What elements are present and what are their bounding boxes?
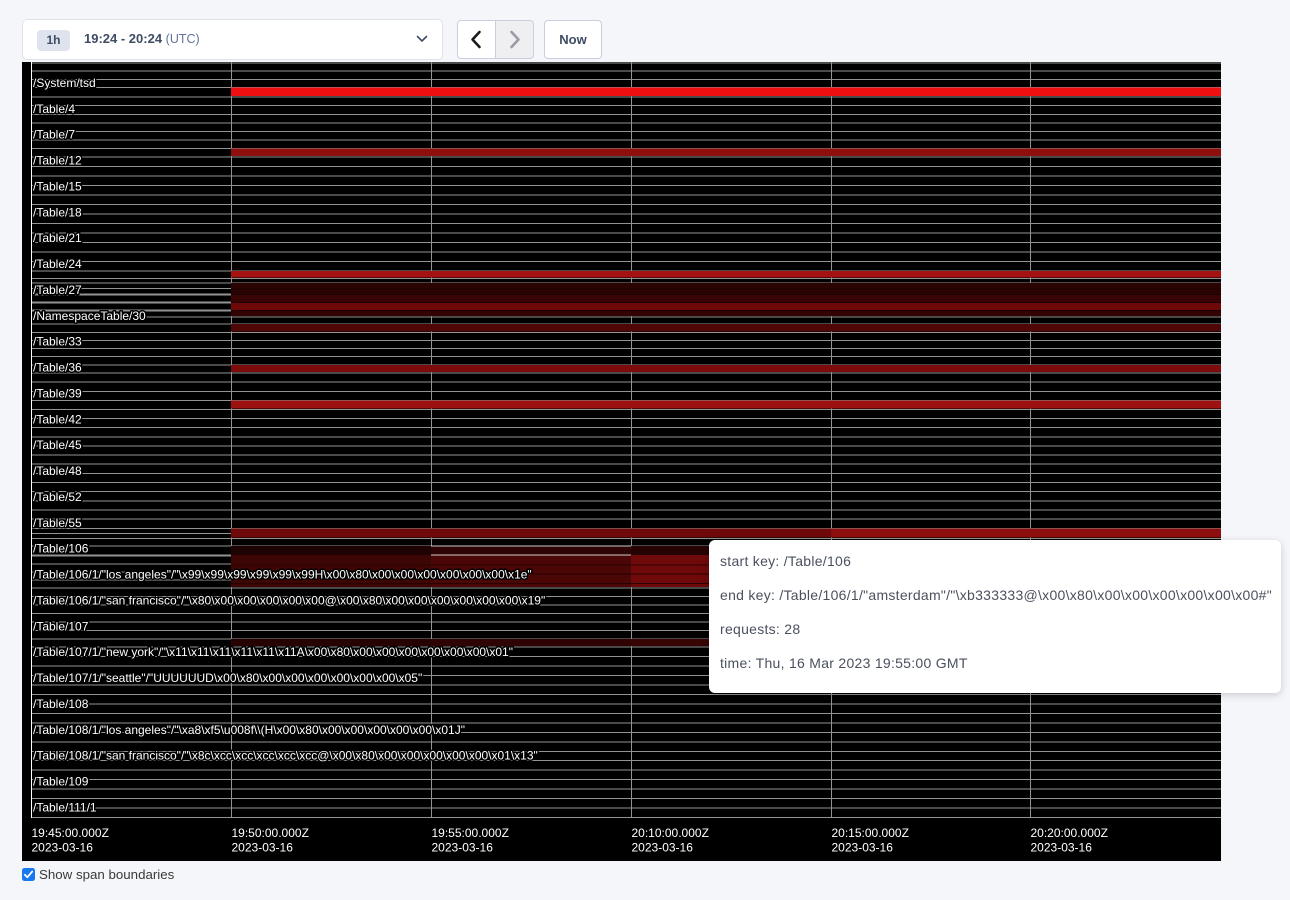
- svg-text:20:20:00.000Z: 20:20:00.000Z: [1031, 826, 1108, 840]
- svg-text:/Table/45: /Table/45: [33, 438, 82, 452]
- svg-text:/Table/109: /Table/109: [33, 775, 89, 789]
- svg-text:19:45:00.000Z: 19:45:00.000Z: [32, 826, 109, 840]
- svg-text:/Table/48: /Table/48: [33, 464, 82, 478]
- svg-text:20:10:00.000Z: 20:10:00.000Z: [632, 826, 709, 840]
- svg-text:2023-03-16: 2023-03-16: [1031, 841, 1093, 855]
- svg-text:/Table/33: /Table/33: [33, 335, 82, 349]
- svg-text:/Table/107/1/"seattle"/"UUUUUU: /Table/107/1/"seattle"/"UUUUUUD\x00\x80\…: [33, 671, 422, 685]
- svg-text:/Table/107/1/"new york"/"\x11\: /Table/107/1/"new york"/"\x11\x11\x11\x1…: [33, 645, 513, 659]
- svg-text:/Table/108/1/"los angeles"/"\x: /Table/108/1/"los angeles"/"\xa8\xf5\u00…: [33, 723, 465, 737]
- svg-text:/Table/39: /Table/39: [33, 386, 82, 400]
- svg-text:/System/tsd: /System/tsd: [33, 76, 96, 90]
- svg-text:19:55:00.000Z: 19:55:00.000Z: [432, 826, 509, 840]
- svg-text:/Table/111/1: /Table/111/1: [33, 800, 97, 814]
- svg-text:/Table/4: /Table/4: [33, 102, 75, 116]
- svg-text:2023-03-16: 2023-03-16: [32, 841, 94, 855]
- svg-text:/Table/106/1/"san francisco"/": /Table/106/1/"san francisco"/"\x80\x00\x…: [33, 593, 545, 607]
- svg-text:/Table/107: /Table/107: [33, 619, 89, 633]
- svg-text:2023-03-16: 2023-03-16: [832, 841, 894, 855]
- svg-text:/Table/18: /Table/18: [33, 205, 82, 219]
- svg-text:/Table/106/1/"los angeles"/"\x: /Table/106/1/"los angeles"/"\x99\x99\x99…: [33, 568, 532, 582]
- svg-text:2023-03-16: 2023-03-16: [632, 841, 694, 855]
- svg-text:/Table/21: /Table/21: [33, 231, 82, 245]
- svg-text:/Table/108/1/"san francisco"/": /Table/108/1/"san francisco"/"\x8c\xcc\x…: [33, 749, 538, 763]
- svg-text:/Table/7: /Table/7: [33, 128, 75, 142]
- svg-text:19:50:00.000Z: 19:50:00.000Z: [232, 826, 309, 840]
- svg-text:/NamespaceTable/30: /NamespaceTable/30: [33, 309, 146, 323]
- svg-text:20:15:00.000Z: 20:15:00.000Z: [832, 826, 909, 840]
- svg-text:/Table/24: /Table/24: [33, 257, 82, 271]
- svg-text:/Table/27: /Table/27: [33, 283, 82, 297]
- svg-text:/Table/108: /Table/108: [33, 697, 89, 711]
- svg-text:/Table/36: /Table/36: [33, 361, 82, 375]
- svg-text:2023-03-16: 2023-03-16: [432, 841, 494, 855]
- svg-text:/Table/15: /Table/15: [33, 180, 82, 194]
- svg-text:/Table/42: /Table/42: [33, 412, 82, 426]
- svg-text:2023-03-16: 2023-03-16: [232, 841, 294, 855]
- svg-text:/Table/52: /Table/52: [33, 490, 82, 504]
- svg-text:/Table/55: /Table/55: [33, 516, 82, 530]
- svg-text:/Table/106: /Table/106: [33, 542, 89, 556]
- svg-text:/Table/12: /Table/12: [33, 154, 82, 168]
